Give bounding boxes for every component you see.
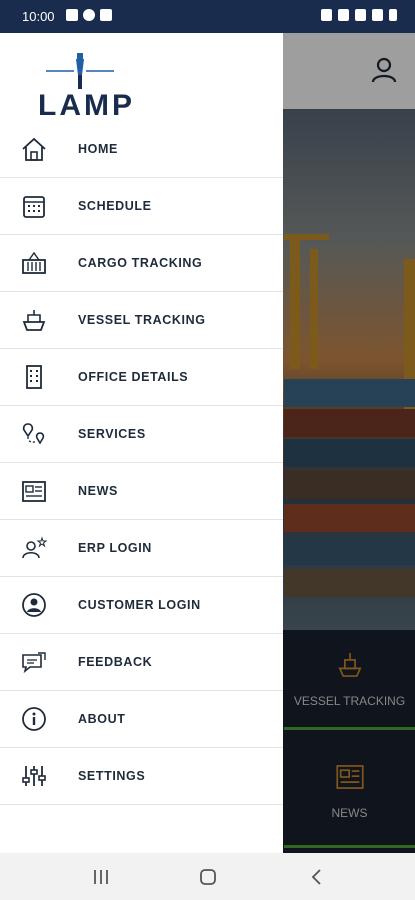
menu-label: ERP LOGIN	[78, 541, 152, 555]
notification-icons	[66, 9, 112, 21]
feedback-icon	[22, 652, 46, 674]
recent-apps-icon[interactable]	[89, 865, 113, 889]
menu-item-services[interactable]: SERVICES	[0, 406, 283, 463]
ship-icon	[22, 310, 46, 331]
menu-label: NEWS	[78, 484, 118, 498]
home-icon	[22, 137, 46, 161]
battery-icon	[389, 9, 397, 21]
message-icon	[100, 9, 112, 21]
status-time: 10:00	[22, 9, 55, 24]
user-circle-icon	[22, 593, 46, 617]
container-icon	[22, 251, 46, 274]
menu-label: FEEDBACK	[78, 655, 153, 669]
menu-item-customer-login[interactable]: CUSTOMER LOGIN	[0, 577, 283, 634]
gallery-icon	[66, 9, 78, 21]
menu-item-cargo-tracking[interactable]: CARGO TRACKING	[0, 235, 283, 292]
home-button-icon[interactable]	[196, 865, 220, 889]
system-icons	[321, 9, 397, 21]
menu-item-schedule[interactable]: SCHEDULE	[0, 178, 283, 235]
volte-icon	[338, 9, 349, 21]
drawer-menu: HOME SCHEDULE CARGO TRACKING VESSEL TRAC…	[0, 121, 283, 805]
menu-label: SETTINGS	[78, 769, 146, 783]
alarm-icon	[321, 9, 332, 21]
route-pin-icon	[22, 423, 45, 445]
menu-item-erp-login[interactable]: ERP LOGIN	[0, 520, 283, 577]
status-bar: 10:00	[0, 0, 415, 33]
brand-wordmark: LAMP	[38, 89, 135, 119]
wifi-icon	[355, 9, 366, 21]
building-icon	[26, 365, 42, 389]
menu-label: CUSTOMER LOGIN	[78, 598, 201, 612]
navigation-drawer: LAMP HOME SCHEDULE CARGO TRACKING VESSEL…	[0, 33, 283, 853]
sliders-icon	[22, 766, 46, 786]
user-star-icon	[22, 536, 48, 559]
menu-label: ABOUT	[78, 712, 126, 726]
newspaper-icon	[22, 481, 46, 502]
menu-item-settings[interactable]: SETTINGS	[0, 748, 283, 805]
info-icon	[22, 707, 46, 731]
calendar-icon	[23, 196, 45, 218]
menu-label: SERVICES	[78, 427, 146, 441]
lamp-logo: LAMP	[38, 53, 135, 119]
menu-label: HOME	[78, 142, 118, 156]
menu-label: VESSEL TRACKING	[78, 313, 206, 327]
signal-icon	[372, 9, 383, 21]
menu-label: OFFICE DETAILS	[78, 370, 189, 384]
menu-item-office-details[interactable]: OFFICE DETAILS	[0, 349, 283, 406]
sync-icon	[83, 9, 95, 21]
menu-item-feedback[interactable]: FEEDBACK	[0, 634, 283, 691]
menu-item-about[interactable]: ABOUT	[0, 691, 283, 748]
system-navigation-bar	[0, 853, 415, 900]
back-icon[interactable]	[305, 865, 329, 889]
menu-item-vessel-tracking[interactable]: VESSEL TRACKING	[0, 292, 283, 349]
menu-item-home[interactable]: HOME	[0, 121, 283, 178]
menu-label: CARGO TRACKING	[78, 256, 203, 270]
menu-label: SCHEDULE	[78, 199, 152, 213]
menu-item-news[interactable]: NEWS	[0, 463, 283, 520]
